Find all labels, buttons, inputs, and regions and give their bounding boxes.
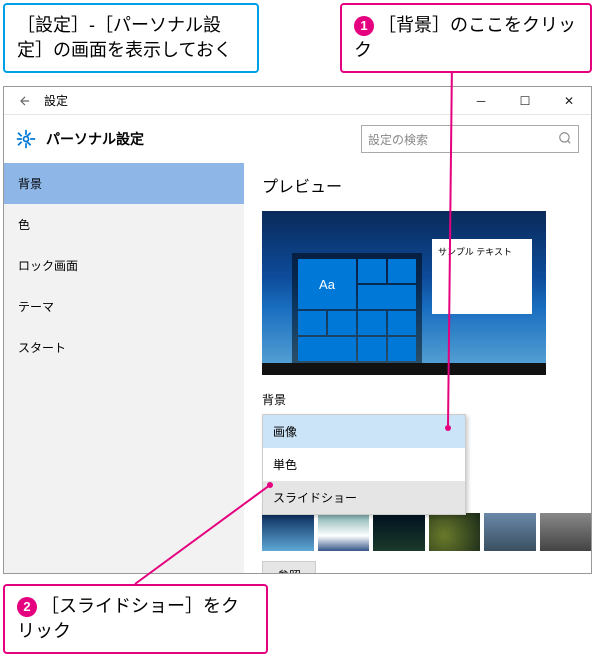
sidebar-item-themes[interactable]: テーマ <box>4 286 244 327</box>
wallpaper-thumbnails <box>262 513 591 551</box>
thumb[interactable] <box>373 513 425 551</box>
taskbar-preview <box>262 363 546 375</box>
sidebar-item-colors[interactable]: 色 <box>4 204 244 245</box>
dropdown-option-slideshow[interactable]: スライドショー <box>263 481 465 514</box>
callout-instruction: ［設定］-［パーソナル設定］の画面を表示しておく <box>3 3 259 73</box>
callout-step1: 1［背景］のここをクリック <box>340 3 592 73</box>
thumb[interactable] <box>540 513 592 551</box>
page-title: パーソナル設定 <box>46 129 144 149</box>
thumb[interactable] <box>484 513 536 551</box>
start-menu-preview: Aa <box>292 253 422 363</box>
callout-step2: 2［スライドショー］をクリック <box>3 584 268 654</box>
sidebar-item-background[interactable]: 背景 <box>4 163 244 204</box>
sidebar: 背景 色 ロック画面 テーマ スタート <box>4 163 244 573</box>
titlebar: 設定 ─ ☐ ✕ <box>4 87 591 115</box>
desktop-preview: Aa サンプル テキスト <box>262 211 546 375</box>
thumb[interactable] <box>429 513 481 551</box>
window-title: 設定 <box>44 92 68 109</box>
background-label: 背景 <box>262 391 591 408</box>
close-button[interactable]: ✕ <box>547 87 591 115</box>
step-number-1: 1 <box>354 16 374 36</box>
search-placeholder: 設定の検索 <box>368 131 558 148</box>
thumb[interactable] <box>262 513 314 551</box>
browse-button[interactable]: 参照 <box>262 561 316 573</box>
minimize-button[interactable]: ─ <box>459 87 503 115</box>
sidebar-item-start[interactable]: スタート <box>4 327 244 368</box>
preview-heading: プレビュー <box>262 173 591 197</box>
sample-window: サンプル テキスト <box>432 239 532 314</box>
tile-aa: Aa <box>298 259 356 309</box>
background-dropdown[interactable]: 画像 単色 スライドショー <box>262 414 466 515</box>
gear-icon <box>16 129 36 149</box>
thumb[interactable] <box>318 513 370 551</box>
dropdown-option-solid[interactable]: 単色 <box>263 448 465 481</box>
step-number-2: 2 <box>17 597 37 617</box>
settings-window: 設定 ─ ☐ ✕ パーソナル設定 設定の検索 背景 色 ロック画面 テーマ スタ… <box>3 86 592 574</box>
search-input[interactable]: 設定の検索 <box>361 125 579 153</box>
dropdown-option-image[interactable]: 画像 <box>263 415 465 448</box>
sidebar-item-lockscreen[interactable]: ロック画面 <box>4 245 244 286</box>
main-pane: プレビュー Aa サンプル テキスト 背景 画像 単色 <box>244 163 591 573</box>
header: パーソナル設定 設定の検索 <box>4 115 591 163</box>
back-icon[interactable] <box>16 92 34 110</box>
search-icon <box>558 131 572 148</box>
maximize-button[interactable]: ☐ <box>503 87 547 115</box>
